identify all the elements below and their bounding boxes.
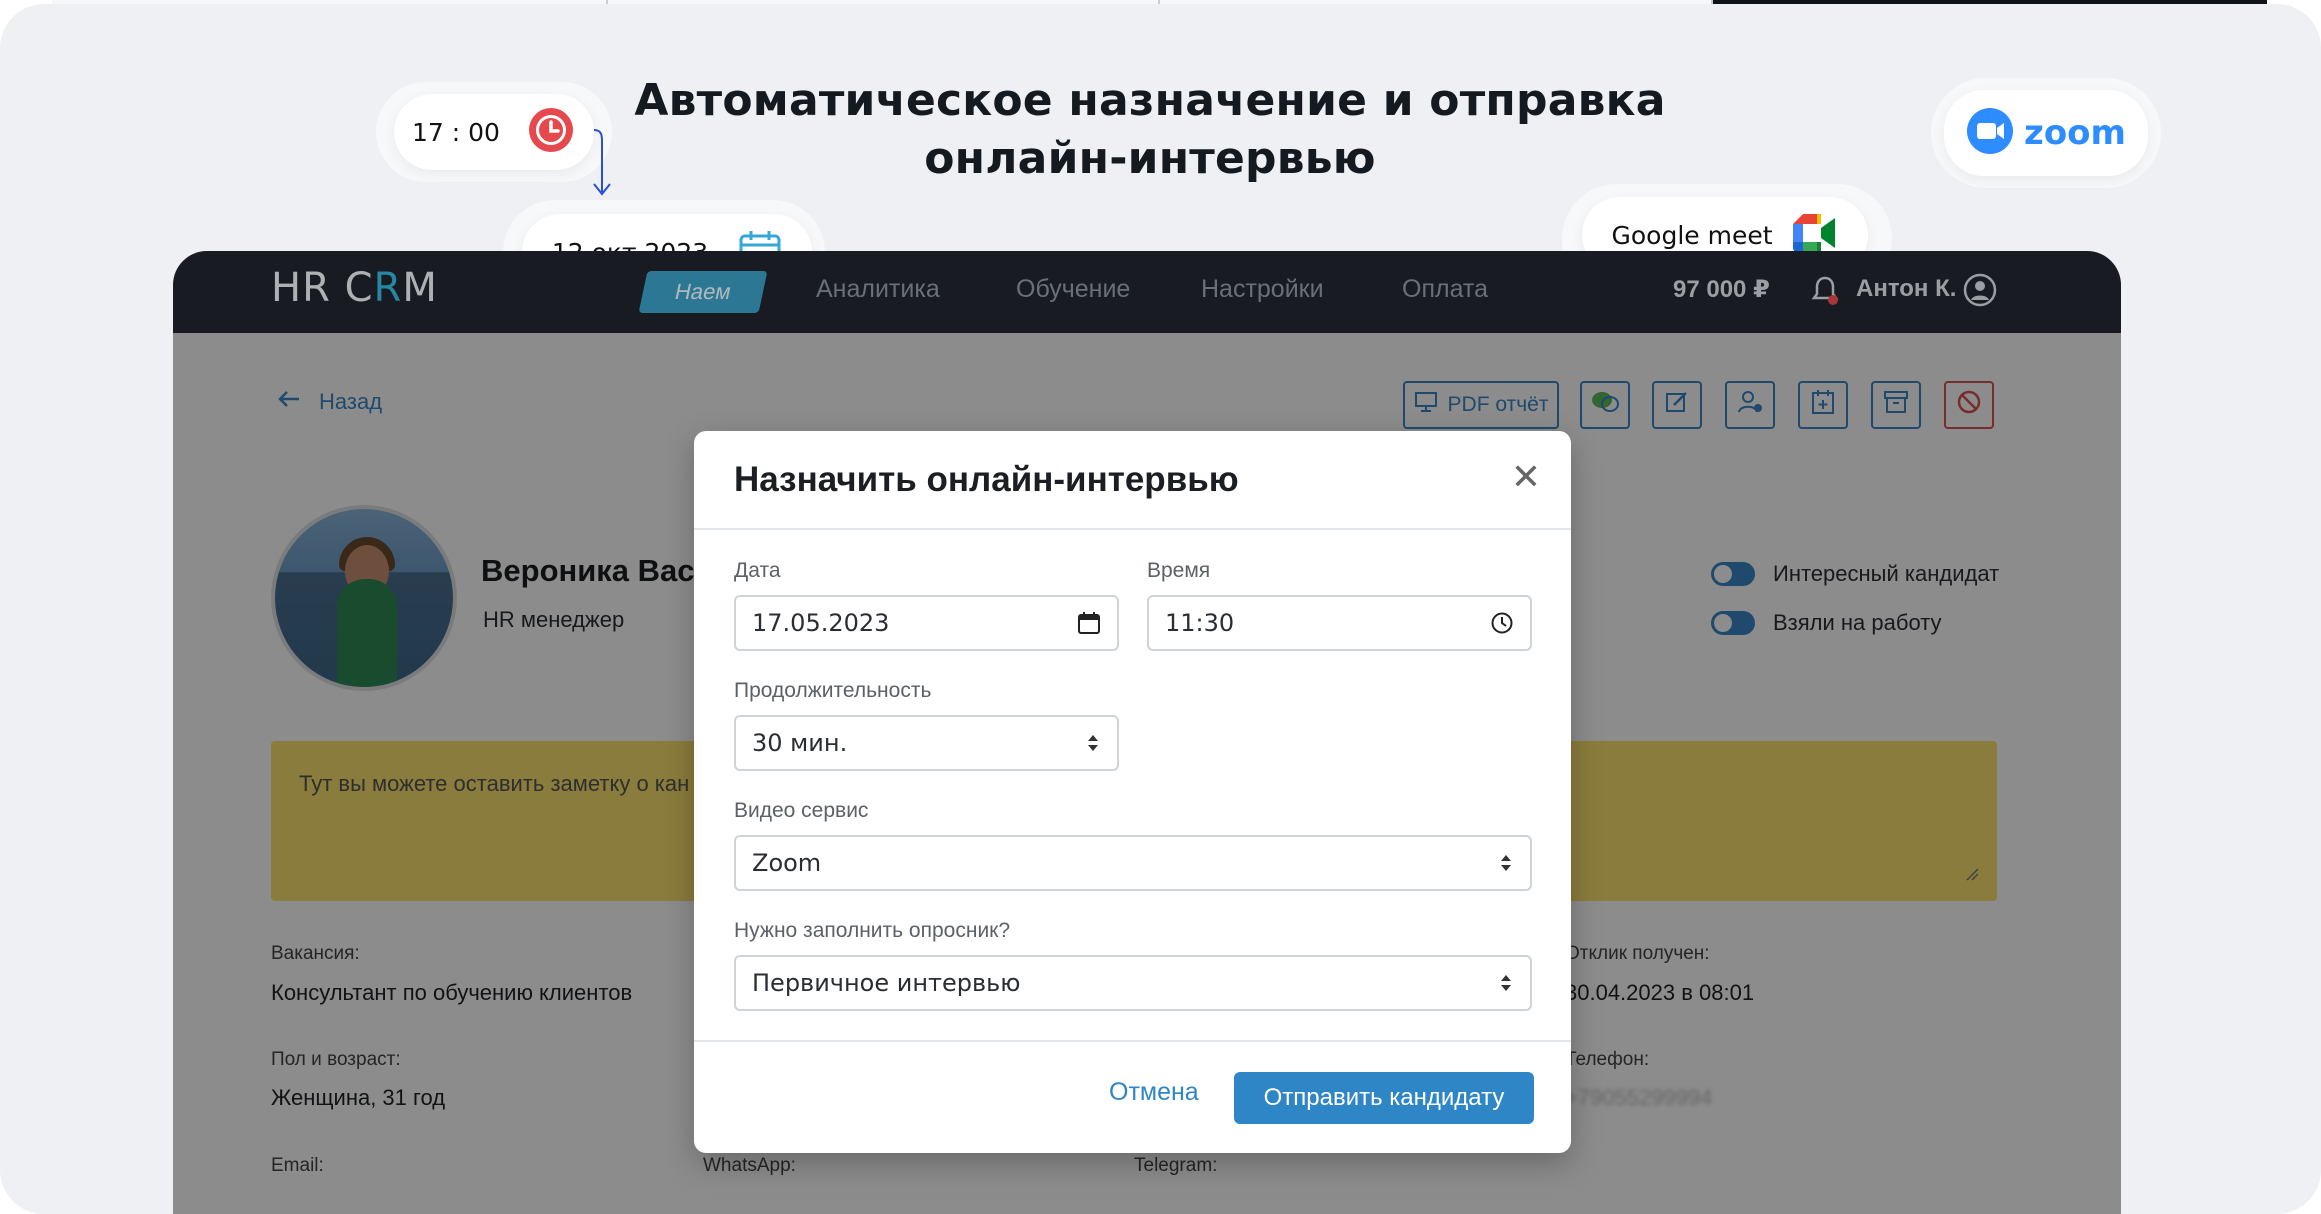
schedule-interview-modal: Назначить онлайн-интервью ✕ Дата 17.05.2… [694, 431, 1571, 1153]
video-service-select-value: Zoom [752, 849, 822, 877]
time-pill: 17 : 00 [394, 94, 594, 170]
google-meet-icon [1792, 214, 1839, 256]
modal-title: Назначить онлайн-интервью [734, 460, 1239, 499]
survey-select[interactable]: Первичное интервью [734, 955, 1532, 1011]
duration-label: Продолжительность [734, 679, 932, 702]
zoom-pill: zoom [1944, 90, 2148, 176]
modal-header-divider [694, 528, 1571, 530]
clock-icon[interactable] [1490, 611, 1514, 641]
date-field[interactable]: 17.05.2023 [734, 595, 1119, 651]
survey-select-value: Первичное интервью [752, 969, 1021, 997]
modal-footer-divider [694, 1040, 1571, 1042]
send-to-candidate-label: Отправить кандидату [1263, 1084, 1505, 1111]
time-field[interactable]: 11:30 [1147, 595, 1532, 651]
navbar-overlay [173, 251, 2121, 333]
select-arrows-icon [1498, 851, 1514, 881]
promo-headline: Автоматическое назначение и отправка онл… [560, 72, 1740, 188]
date-label: Дата [734, 559, 781, 582]
time-pill-text: 17 : 00 [412, 117, 500, 147]
survey-label: Нужно заполнить опросник? [734, 919, 1011, 942]
time-label: Время [1147, 559, 1211, 582]
top-navbar: HR CRM Наем Аналитика Обучение Настройки… [173, 251, 2121, 333]
video-service-label: Видео сервис [734, 799, 869, 822]
video-service-select[interactable]: Zoom [734, 835, 1532, 891]
google-meet-text: Google meet [1611, 220, 1773, 250]
clock-icon [526, 105, 576, 159]
time-field-value: 11:30 [1165, 609, 1235, 637]
select-arrows-icon [1085, 731, 1101, 761]
close-icon[interactable]: ✕ [1511, 457, 1541, 497]
calendar-icon[interactable] [1077, 611, 1101, 641]
cancel-button[interactable]: Отмена [1109, 1078, 1199, 1107]
connector-arrow-icon [593, 129, 611, 196]
zoom-pill-text: zoom [2024, 113, 2126, 153]
headline-line-1: Автоматическое назначение и отправка [634, 75, 1666, 126]
promo-canvas: Автоматическое назначение и отправка онл… [0, 4, 2321, 1214]
duration-select-value: 30 мин. [752, 729, 848, 757]
duration-select[interactable]: 30 мин. [734, 715, 1119, 771]
date-field-value: 17.05.2023 [752, 609, 890, 637]
headline-line-2: онлайн-интервью [924, 133, 1376, 184]
select-arrows-icon [1498, 971, 1514, 1001]
send-to-candidate-button[interactable]: Отправить кандидату [1234, 1072, 1534, 1124]
zoom-icon [1966, 107, 2014, 159]
